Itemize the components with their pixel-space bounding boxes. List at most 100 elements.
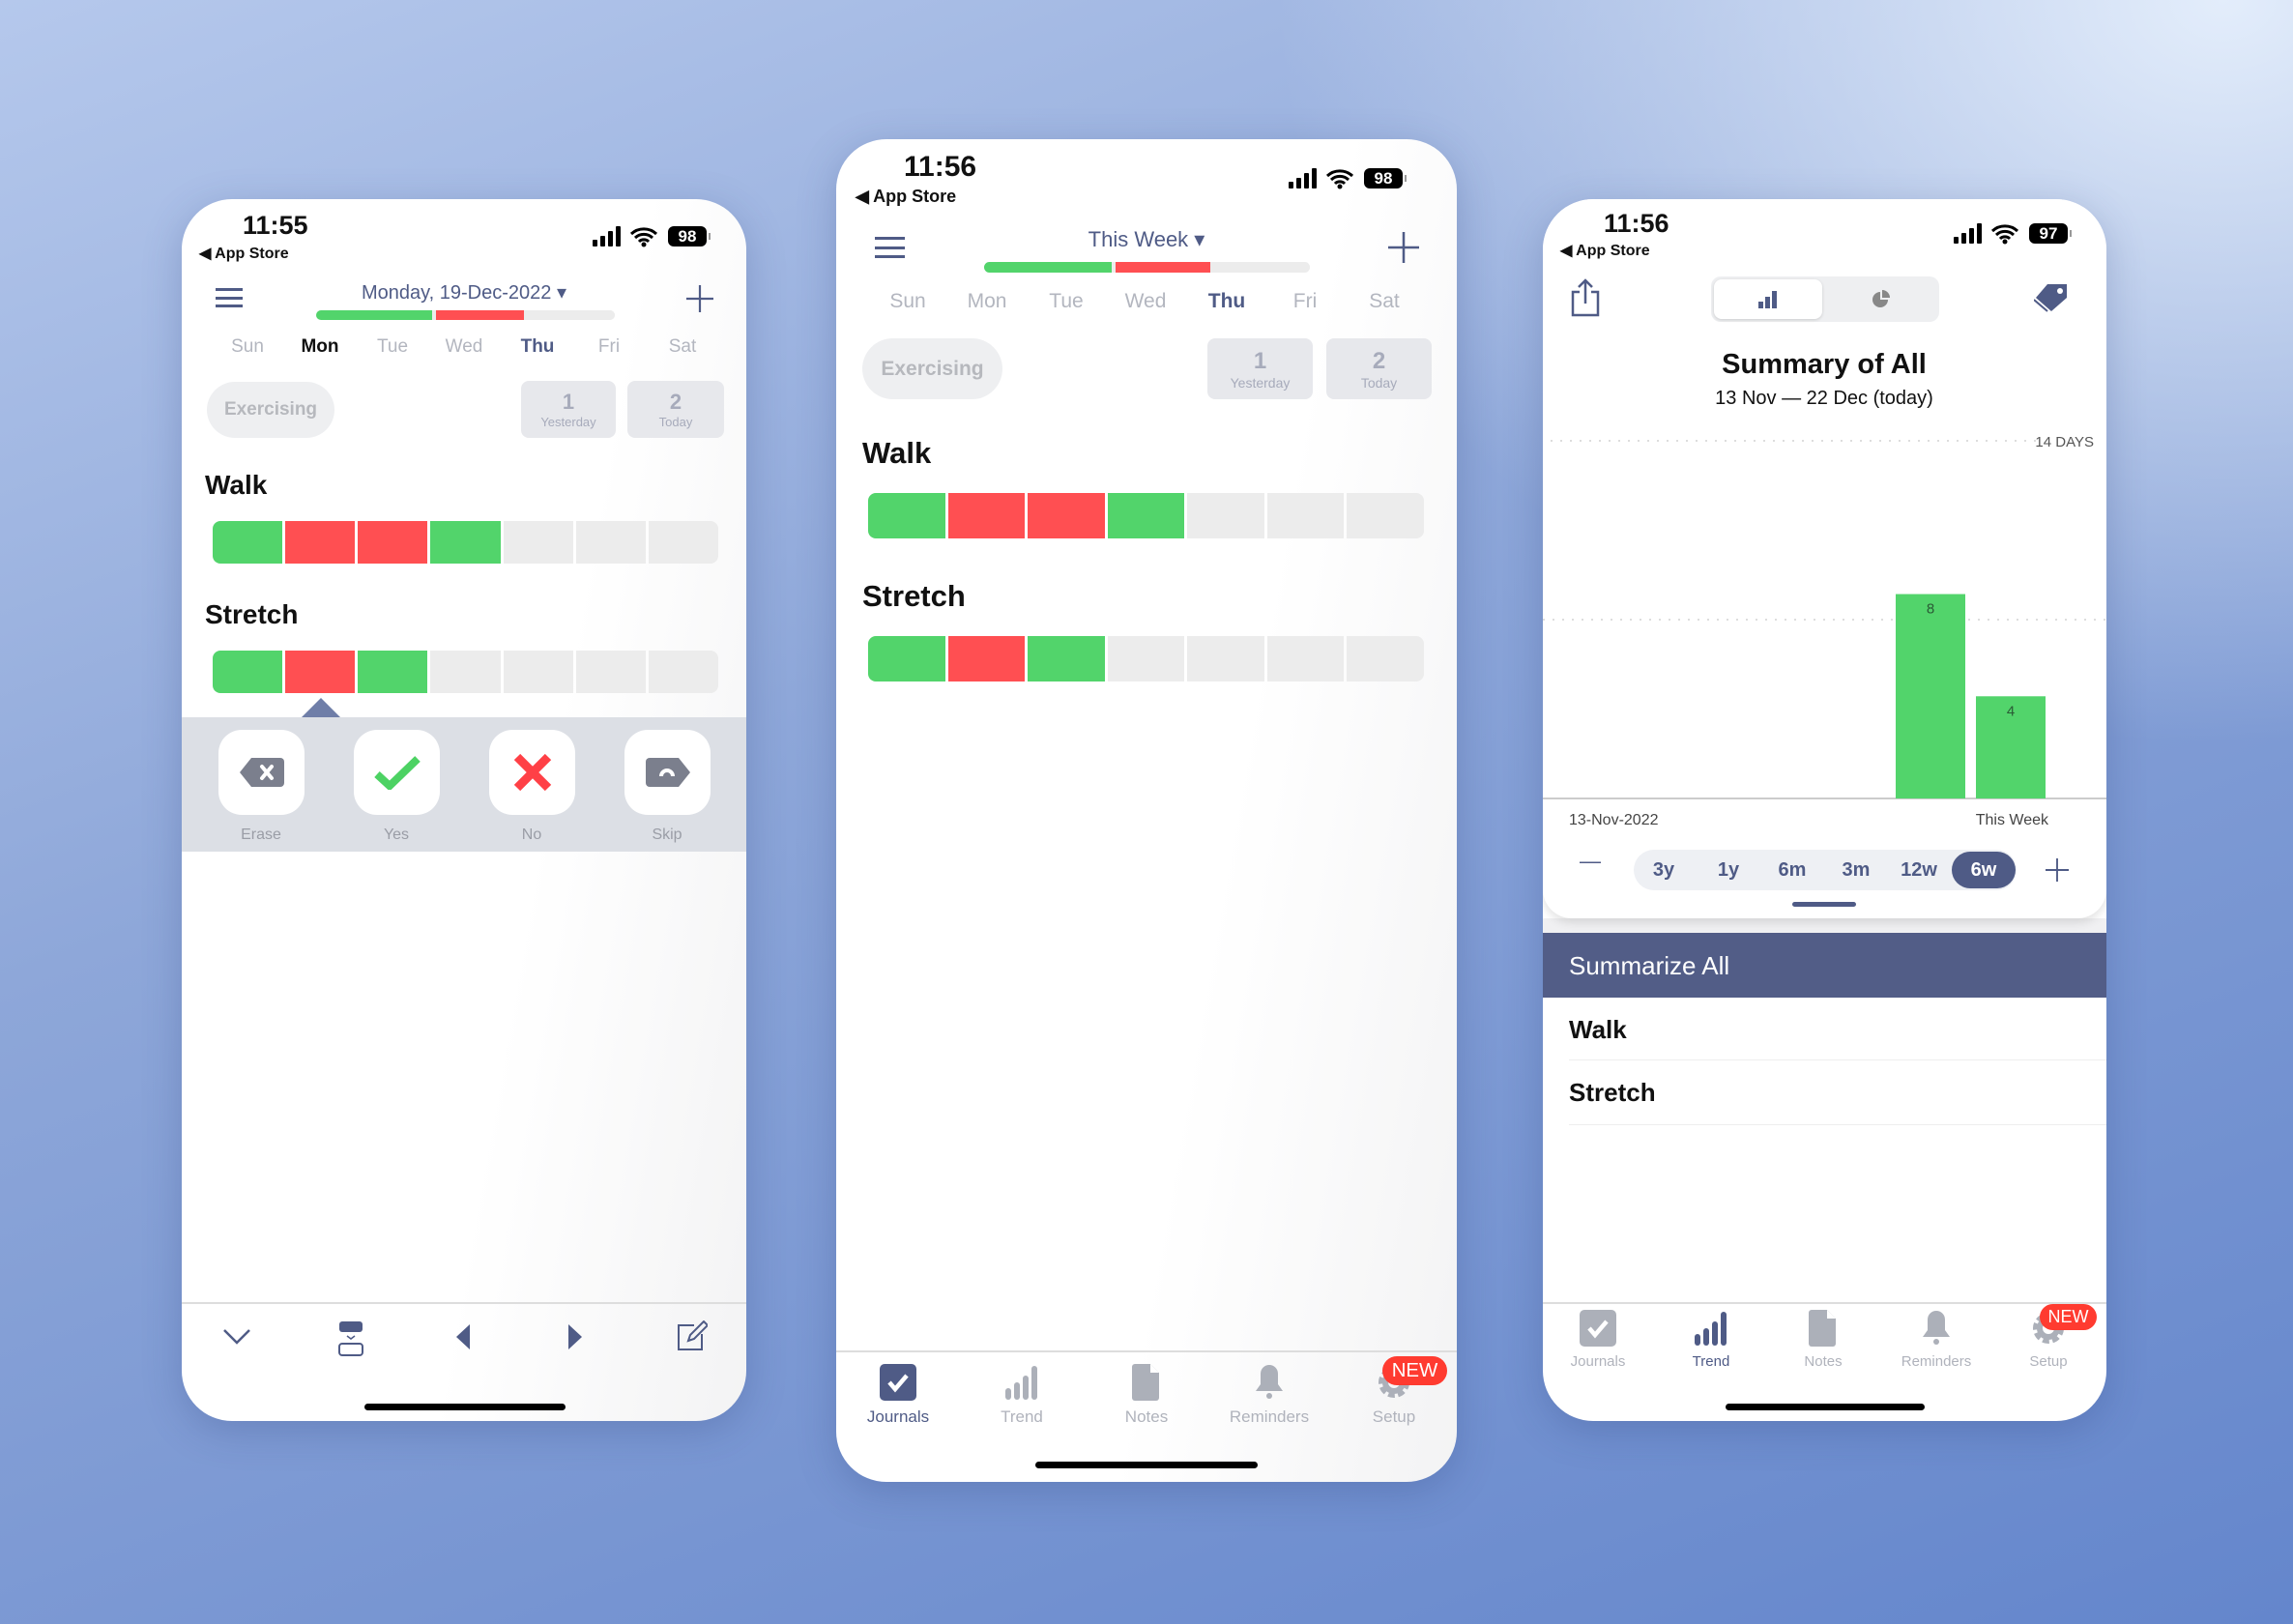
habit-bar-walk[interactable] [213, 521, 718, 564]
day-cell-yes[interactable] [213, 521, 283, 564]
back-to-app-store[interactable]: ◀ App Store [856, 187, 956, 207]
range-1y[interactable]: 1y [1718, 859, 1739, 882]
back-to-app-store[interactable]: ◀ App Store [1560, 241, 1650, 260]
tab-trend[interactable]: Trend [1693, 1353, 1730, 1370]
add-habit-button[interactable] [686, 285, 713, 312]
day-cell-yes[interactable] [358, 651, 428, 693]
summarize-all-header[interactable]: Summarize All [1543, 933, 2106, 998]
day-cell-empty[interactable] [575, 651, 646, 693]
range-6m[interactable]: 6m [1779, 859, 1807, 882]
bell-icon[interactable] [1250, 1363, 1289, 1402]
skip-button[interactable] [624, 730, 711, 815]
trend-icon[interactable] [1002, 1363, 1041, 1402]
filter-exercising[interactable]: Exercising [207, 382, 334, 438]
chevron-down-icon[interactable] [222, 1328, 251, 1346]
edit-icon[interactable] [677, 1320, 708, 1351]
tab-reminders[interactable]: Reminders [1230, 1407, 1309, 1427]
journals-icon[interactable] [1579, 1309, 1617, 1348]
bar-chart-tab[interactable] [1714, 279, 1822, 319]
day-mon[interactable]: Mon [968, 290, 1007, 313]
day-cell-empty[interactable] [503, 651, 573, 693]
day-cell-yes[interactable] [868, 493, 945, 538]
range-12w[interactable]: 12w [1901, 859, 1937, 882]
counter-yesterday[interactable]: 1 Yesterday [1207, 338, 1313, 399]
zoom-in-button[interactable] [2046, 858, 2069, 882]
date-picker[interactable]: Monday, 19-Dec-2022 ▾ [362, 280, 566, 304]
share-icon[interactable] [1570, 278, 1601, 317]
day-cell-empty[interactable] [503, 521, 573, 564]
day-cell-empty[interactable] [648, 521, 718, 564]
counter-today[interactable]: 2 Today [627, 381, 724, 438]
day-cell-yes[interactable] [1107, 493, 1185, 538]
day-cell-empty[interactable] [1266, 636, 1345, 682]
tab-notes[interactable]: Notes [1804, 1353, 1842, 1370]
add-habit-button[interactable] [1388, 232, 1419, 263]
home-indicator[interactable] [1035, 1462, 1258, 1468]
home-indicator[interactable] [1726, 1404, 1925, 1410]
tab-reminders[interactable]: Reminders [1901, 1353, 1972, 1370]
tab-setup[interactable]: Setup [1373, 1407, 1415, 1427]
day-cell-yes[interactable] [1028, 636, 1105, 682]
day-cell-no[interactable] [285, 651, 356, 693]
range-6w[interactable]: 6w [1971, 859, 1997, 882]
day-wed[interactable]: Wed [1125, 290, 1167, 313]
day-mon[interactable]: Mon [301, 336, 338, 358]
day-wed[interactable]: Wed [446, 336, 483, 358]
previous-icon[interactable] [456, 1324, 470, 1349]
day-cell-no[interactable] [947, 636, 1026, 682]
day-cell-empty[interactable] [1347, 493, 1424, 538]
list-item-stretch[interactable]: Stretch [1569, 1060, 2106, 1125]
day-sat[interactable]: Sat [669, 336, 697, 358]
tag-icon[interactable] [2034, 282, 2069, 313]
tab-trend[interactable]: Trend [1001, 1407, 1043, 1427]
tab-setup[interactable]: Setup [2029, 1353, 2067, 1370]
habit-bar-walk[interactable] [868, 493, 1424, 538]
day-tue[interactable]: Tue [377, 336, 408, 358]
counter-yesterday[interactable]: 1 Yesterday [521, 381, 616, 438]
journals-icon[interactable] [879, 1363, 917, 1402]
day-cell-yes[interactable] [430, 521, 501, 564]
day-tue[interactable]: Tue [1049, 290, 1083, 313]
day-cell-empty[interactable] [575, 521, 646, 564]
bar[interactable] [1896, 594, 1965, 798]
notes-icon[interactable] [1127, 1363, 1166, 1402]
counter-today[interactable]: 2 Today [1326, 338, 1432, 399]
back-to-app-store[interactable]: ◀ App Store [199, 244, 289, 263]
home-indicator[interactable] [364, 1404, 566, 1410]
no-button[interactable] [489, 730, 575, 815]
day-cell-empty[interactable] [1347, 636, 1424, 682]
day-thu[interactable]: Thu [521, 336, 555, 358]
trend-icon[interactable] [1692, 1309, 1730, 1348]
next-icon[interactable] [568, 1324, 582, 1349]
day-cell-no[interactable] [285, 521, 356, 564]
drag-handle[interactable] [1792, 902, 1856, 907]
day-cell-no[interactable] [1028, 493, 1105, 538]
day-sun[interactable]: Sun [889, 290, 925, 313]
pie-chart-tab[interactable] [1825, 279, 1936, 319]
notes-icon[interactable] [1804, 1309, 1843, 1348]
habit-bar-stretch[interactable] [868, 636, 1424, 682]
tab-journals[interactable]: Journals [1571, 1353, 1626, 1370]
day-cell-empty[interactable] [1187, 636, 1264, 682]
day-sat[interactable]: Sat [1369, 290, 1400, 313]
day-cell-no[interactable] [947, 493, 1026, 538]
day-cell-yes[interactable] [868, 636, 945, 682]
day-fri[interactable]: Fri [1293, 290, 1318, 313]
list-item-walk[interactable]: Walk [1569, 998, 2106, 1060]
menu-icon[interactable] [875, 237, 905, 258]
day-cell-empty[interactable] [648, 651, 718, 693]
collapse-icon[interactable] [338, 1320, 363, 1357]
day-cell-yes[interactable] [213, 651, 283, 693]
yes-button[interactable] [354, 730, 440, 815]
bell-icon[interactable] [1917, 1309, 1956, 1348]
menu-icon[interactable] [216, 288, 243, 307]
day-thu[interactable]: Thu [1208, 290, 1245, 313]
zoom-out-button[interactable]: — [1580, 849, 1601, 874]
tab-journals[interactable]: Journals [867, 1407, 929, 1427]
period-picker[interactable]: This Week ▾ [1088, 227, 1205, 252]
tab-notes[interactable]: Notes [1125, 1407, 1168, 1427]
day-cell-empty[interactable] [1107, 636, 1185, 682]
filter-exercising[interactable]: Exercising [862, 338, 1002, 399]
day-cell-empty[interactable] [430, 651, 501, 693]
day-fri[interactable]: Fri [598, 336, 620, 358]
